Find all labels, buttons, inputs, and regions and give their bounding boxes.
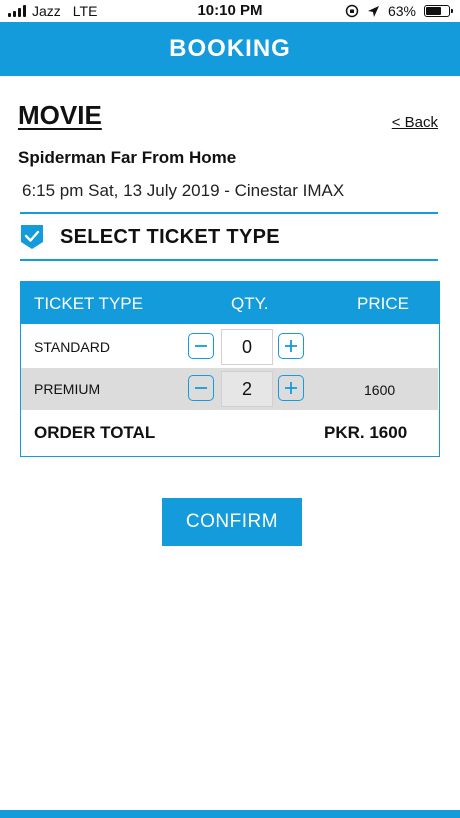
location-arrow-icon — [367, 5, 379, 17]
battery-percent: 63% — [387, 3, 416, 19]
confirm-button[interactable]: CONFIRM — [162, 498, 302, 546]
quantity-field[interactable]: 2 — [221, 371, 273, 407]
divider-top — [20, 212, 438, 214]
ticket-type-name: STANDARD — [34, 339, 110, 355]
select-ticket-row: SELECT TICKET TYPE — [20, 224, 280, 250]
header-ticket-type: TICKET TYPE — [34, 294, 143, 313]
increment-button[interactable] — [278, 333, 304, 359]
table-row: STANDARD 0 — [21, 326, 438, 368]
ticket-price: 1600 — [364, 382, 396, 398]
table-header: TICKET TYPE QTY. PRICE — [21, 282, 439, 324]
minus-icon — [195, 345, 207, 347]
order-total-value: PKR. 1600 — [324, 423, 408, 442]
select-ticket-label: SELECT TICKET TYPE — [60, 225, 280, 248]
orientation-lock-icon — [345, 4, 359, 18]
plus-icon — [285, 340, 297, 352]
movie-section-title: MOVIE — [18, 100, 102, 130]
order-total-label: ORDER TOTAL — [34, 423, 156, 442]
quantity-field[interactable]: 0 — [221, 329, 273, 365]
ticket-table: TICKET TYPE QTY. PRICE STANDARD 0 PREMIU… — [20, 281, 440, 457]
minus-icon — [195, 387, 207, 389]
status-bar: Jazz LTE 10:10 PM 63% — [0, 0, 460, 22]
decrement-button[interactable] — [188, 375, 214, 401]
header-price: PRICE — [357, 294, 409, 313]
movie-name: Spiderman Far From Home — [18, 148, 237, 167]
status-right: 63% — [345, 3, 453, 19]
divider-bottom — [20, 259, 438, 261]
header-qty: QTY. — [231, 294, 269, 313]
checkbox-checked-icon[interactable] — [20, 224, 44, 250]
order-total-row: ORDER TOTAL PKR. 1600 — [21, 412, 438, 454]
plus-icon — [285, 382, 297, 394]
increment-button[interactable] — [278, 375, 304, 401]
back-link[interactable]: < Back — [392, 114, 438, 131]
app-header: BOOKING — [0, 22, 460, 76]
battery-icon — [424, 5, 453, 17]
decrement-button[interactable] — [188, 333, 214, 359]
showtime: 6:15 pm Sat, 13 July 2019 - Cinestar IMA… — [22, 181, 345, 200]
header-title: BOOKING — [169, 35, 291, 62]
ticket-type-name: PREMIUM — [34, 381, 101, 397]
footer-bar — [0, 810, 460, 818]
table-row: PREMIUM 2 1600 — [21, 368, 438, 410]
